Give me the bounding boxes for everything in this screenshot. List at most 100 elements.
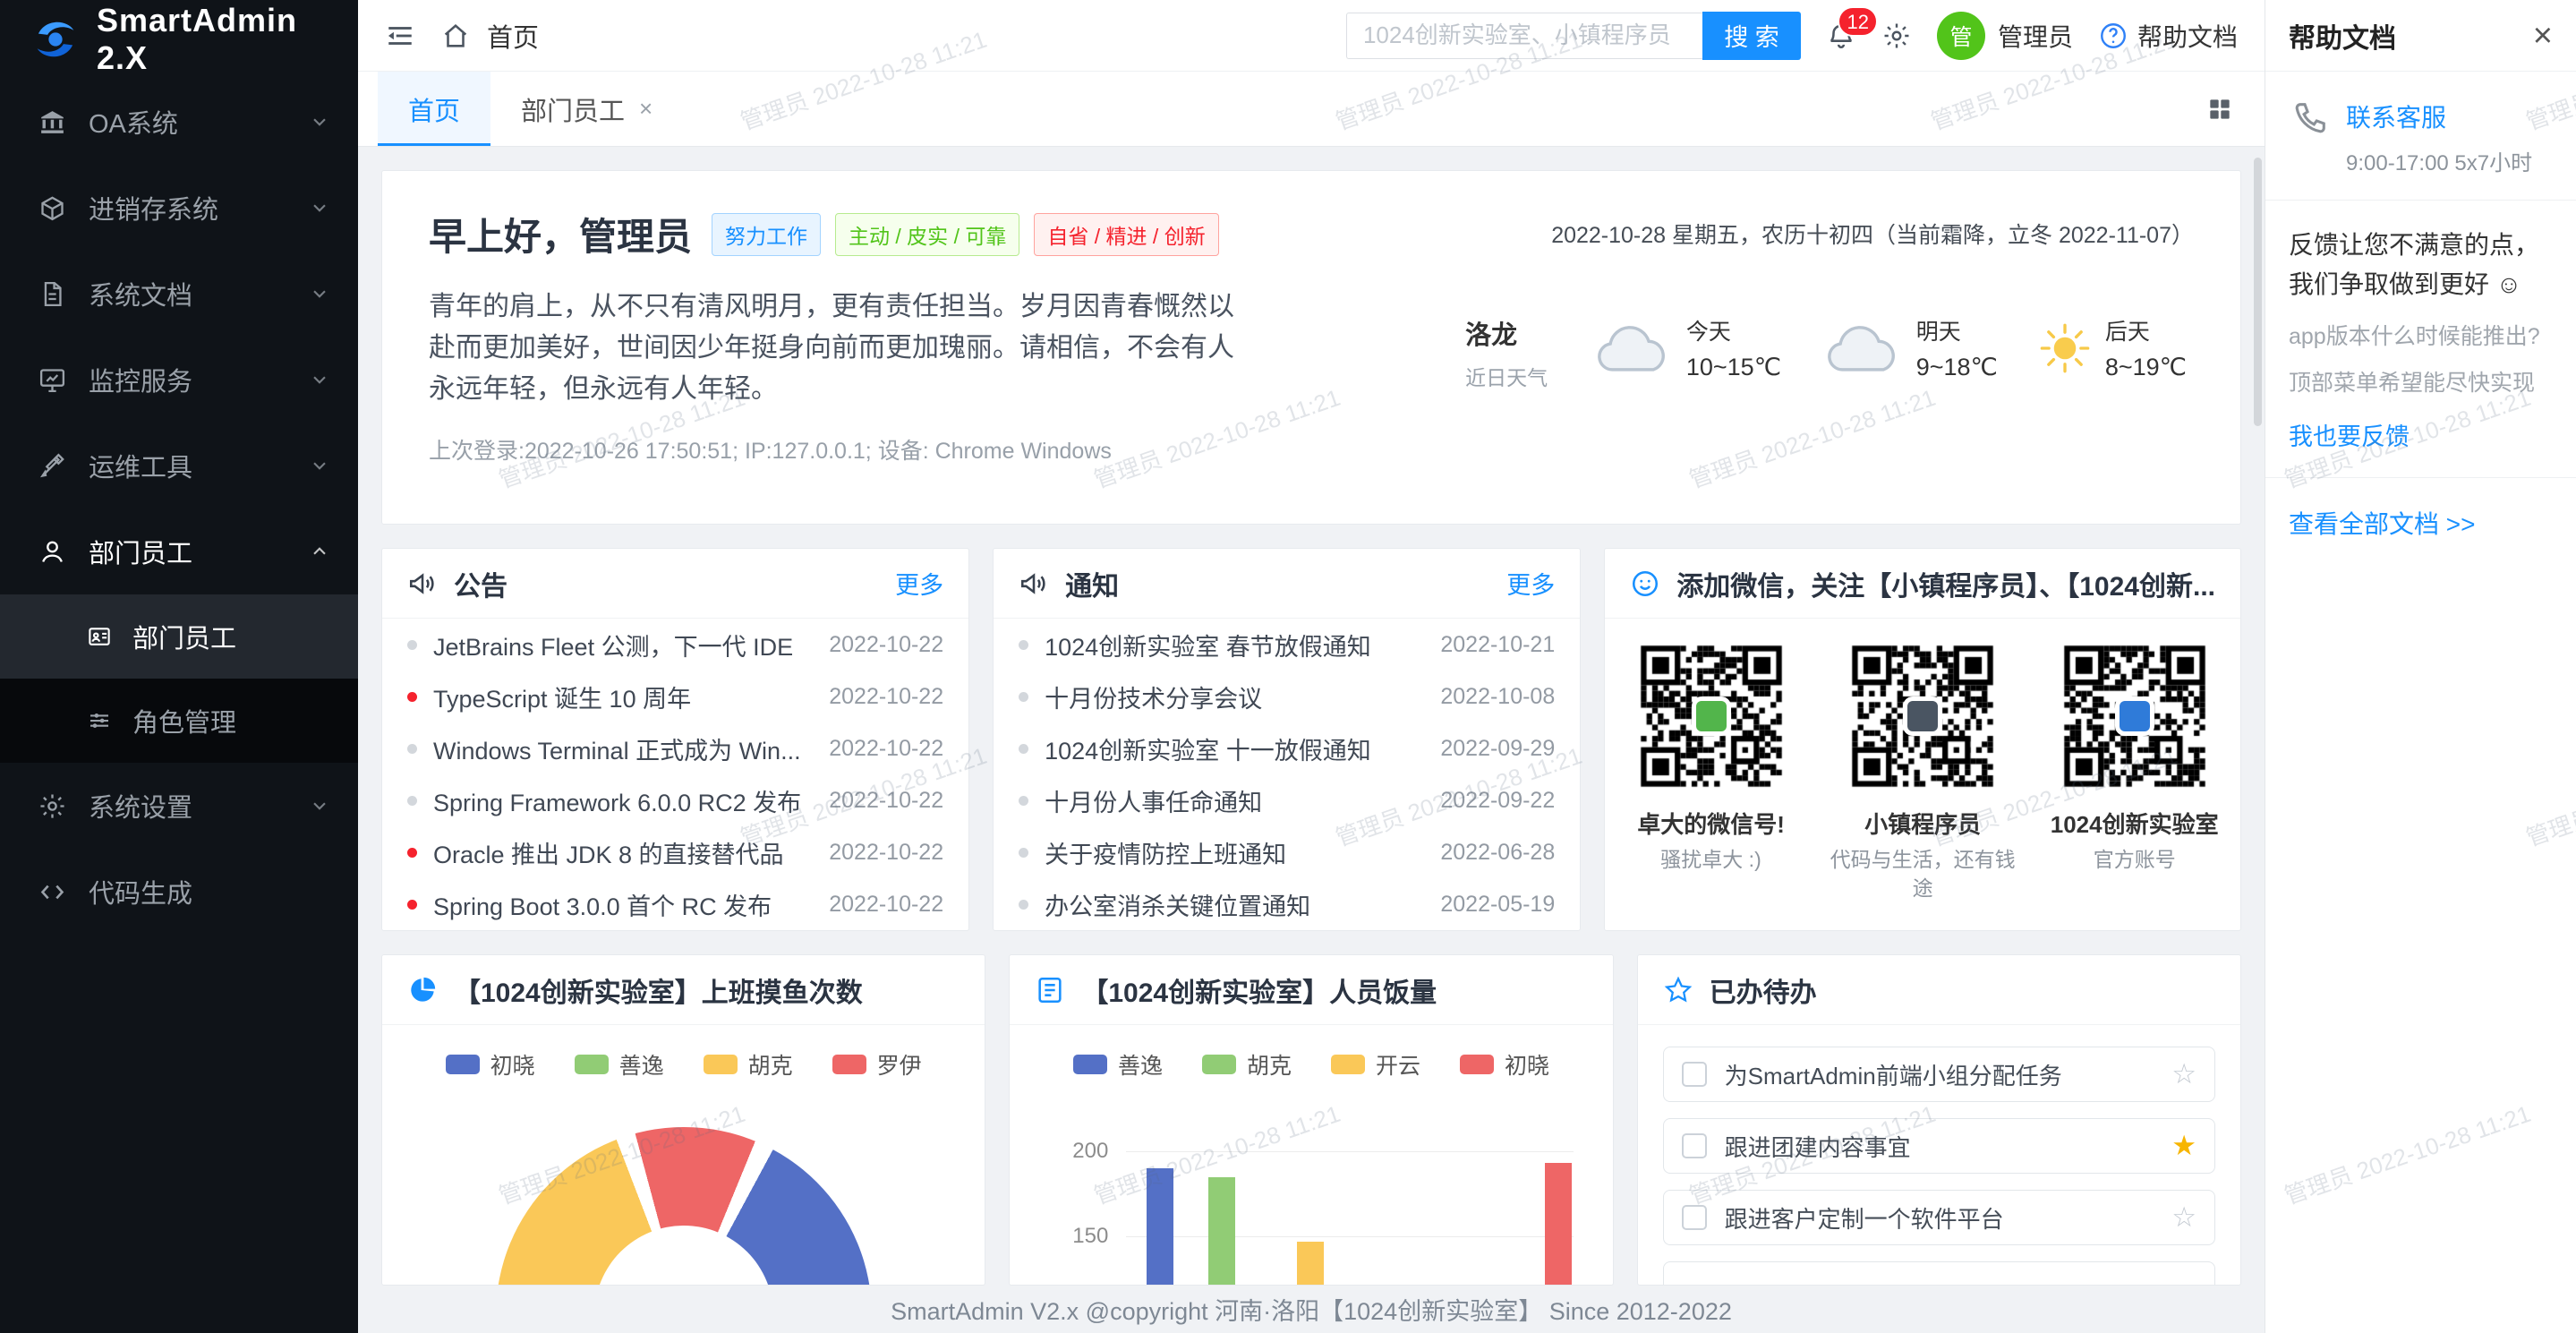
sidebar-subitem-5-1[interactable]: 角色管理	[0, 679, 358, 763]
legend-swatch	[1202, 1055, 1236, 1074]
menu-collapse-icon[interactable]	[385, 21, 415, 51]
weather-location-block: 洛龙 近日天气	[1465, 314, 1548, 391]
notice-more-link[interactable]: 更多	[1506, 566, 1555, 601]
list-item[interactable]: 关于疫情防控上班通知2022-06-28	[994, 826, 1580, 878]
announcement-more-link[interactable]: 更多	[895, 566, 943, 601]
legend-item[interactable]: 初晓	[446, 1048, 535, 1081]
todo-checkbox[interactable]	[1682, 1133, 1707, 1158]
sidebar-item-0[interactable]: OA系统	[0, 79, 358, 165]
list-item[interactable]: 1024创新实验室 十一放假通知2022-09-29	[994, 722, 1580, 774]
announcement-card: 公告 更多 JetBrains Fleet 公测，下一代 IDE2022-10-…	[381, 548, 969, 931]
forecast-temp: 10~15℃	[1686, 354, 1781, 381]
legend-swatch	[575, 1055, 609, 1074]
gear-icon[interactable]	[1881, 21, 1912, 51]
sidebar-item-label: 代码生成	[89, 873, 331, 910]
search-button[interactable]: 搜 索	[1702, 12, 1801, 60]
sidebar-item-2[interactable]: 系统文档	[0, 251, 358, 337]
greeting-tag: 主动 / 皮实 / 可靠	[835, 213, 1019, 256]
app-logo[interactable]: SmartAdmin 2.X	[0, 0, 358, 79]
item-date: 2022-10-22	[829, 684, 943, 710]
pie-chart-icon	[407, 975, 438, 1005]
bar-legend: 善逸 胡克 开云 初晓	[1010, 1047, 1612, 1082]
user-menu[interactable]: 管 管理员	[1937, 12, 2073, 60]
forecast-item: 明天9~18℃	[1822, 314, 1998, 381]
home-icon[interactable]	[440, 21, 471, 51]
tab-close-icon[interactable]: ×	[639, 95, 653, 123]
breadcrumb[interactable]: 首页	[487, 17, 539, 55]
sidebar-item-label: 运维工具	[89, 447, 286, 484]
tab-0[interactable]: 首页	[378, 72, 490, 146]
list-item[interactable]: Windows Terminal 正式成为 Win...2022-10-22	[382, 722, 968, 774]
axis-tick-label: 200	[1036, 1139, 1108, 1164]
qr-desc: 代码与生活，还有钱途	[1826, 845, 2019, 902]
sidebar-item-1[interactable]: 进销存系统	[0, 165, 358, 251]
legend-item[interactable]: 善逸	[575, 1048, 664, 1081]
sidebar-item-5[interactable]: 部门员工	[0, 508, 358, 594]
list-item[interactable]: 十月份技术分享会议2022-10-08	[994, 671, 1580, 722]
sidebar-item-label: 部门员工	[89, 533, 286, 570]
user-name: 管理员	[1998, 18, 2073, 54]
star-outline-icon[interactable]: ☆	[2171, 1058, 2196, 1090]
todo-checkbox[interactable]	[1682, 1062, 1707, 1087]
chevron-down-icon	[308, 368, 331, 391]
sidebar-item-3[interactable]: 监控服务	[0, 337, 358, 423]
sidebar-item-7[interactable]: 代码生成	[0, 849, 358, 935]
list-item[interactable]: 十月份人事任命通知2022-09-22	[994, 774, 1580, 826]
todo-item[interactable]: 跟进团建内容事宜★	[1663, 1118, 2215, 1174]
legend-item[interactable]: 初晓	[1460, 1048, 1549, 1081]
qrcode-item: 卓大的微信号!骚扰卓大 :)	[1615, 640, 1808, 902]
list-item[interactable]: TypeScript 诞生 10 周年2022-10-22	[382, 671, 968, 722]
list-item[interactable]: Spring Boot 3.0.0 首个 RC 发布2022-10-22	[382, 878, 968, 930]
legend-item[interactable]: 胡克	[1202, 1048, 1292, 1081]
legend-item[interactable]: 胡克	[704, 1048, 793, 1081]
contact-service-link[interactable]: 联系客服	[2346, 98, 2532, 134]
item-date: 2022-05-19	[1440, 892, 1555, 918]
tools-icon	[38, 451, 67, 481]
tabs: 首页部门员工×	[378, 72, 683, 146]
settings-icon	[38, 791, 67, 821]
todo-item[interactable]: 为SmartAdmin前端小组分配任务☆	[1663, 1047, 2215, 1102]
star-outline-icon[interactable]: ☆	[2171, 1201, 2196, 1234]
legend-item[interactable]: 开云	[1331, 1048, 1420, 1081]
date-line: 2022-10-28 星期五，农历十初四（当前霜降，立冬 2022-11-07）	[1551, 218, 2194, 250]
wechat-title: 添加微信，关注【小镇程序员】、【1024创新...	[1676, 564, 2215, 603]
notification-badge: 12	[1838, 6, 1877, 37]
greeting-tag: 努力工作	[712, 213, 821, 256]
list-item[interactable]: Spring Framework 6.0.0 RC2 发布2022-10-22	[382, 774, 968, 826]
last-login-info: 上次登录:2022-10-26 17:50:51; IP:127.0.0.1; …	[429, 433, 2194, 466]
sidebar-subitem-label: 部门员工	[132, 618, 331, 655]
star-filled-icon[interactable]: ★	[2171, 1130, 2196, 1162]
monitor-icon	[38, 365, 67, 395]
todo-checkbox[interactable]	[1682, 1205, 1707, 1230]
help-doc-button[interactable]: 帮助文档	[2098, 18, 2238, 54]
feedback-link[interactable]: 我也要反馈	[2289, 417, 2410, 452]
item-date: 2022-10-22	[829, 840, 943, 866]
bullet-dot	[1019, 796, 1028, 806]
sidebar-subitem-5-0[interactable]: 部门员工	[0, 594, 358, 679]
notification-bell[interactable]: 12	[1826, 21, 1856, 51]
item-title: 办公室消杀关键位置通知	[1045, 887, 1424, 922]
legend-item[interactable]: 罗伊	[832, 1048, 922, 1081]
close-icon[interactable]: ×	[2533, 19, 2553, 53]
all-docs-link[interactable]: 查看全部文档 >>	[2265, 478, 2576, 568]
tab-1[interactable]: 部门员工×	[490, 72, 683, 146]
item-date: 2022-09-29	[1440, 736, 1555, 762]
list-item[interactable]: Oracle 推出 JDK 8 的直接替代品2022-10-22	[382, 826, 968, 878]
list-item[interactable]: JetBrains Fleet 公测，下一代 IDE2022-10-22	[382, 619, 968, 671]
forecast-text: 今天 10~15℃	[1686, 314, 1781, 381]
todo-item[interactable]: 跟进客户定制一个软件平台☆	[1663, 1190, 2215, 1245]
forecast-day: 后天	[2105, 314, 2187, 346]
scrollbar-thumb[interactable]	[2254, 158, 2262, 426]
list-item[interactable]: 1024创新实验室 春节放假通知2022-10-21	[994, 619, 1580, 671]
item-date: 2022-10-22	[829, 788, 943, 814]
sidebar-item-4[interactable]: 运维工具	[0, 423, 358, 508]
legend-swatch	[1331, 1055, 1365, 1074]
sidebar-item-6[interactable]: 系统设置	[0, 763, 358, 849]
notice-title: 通知	[1065, 564, 1119, 603]
forecast-text: 明天9~18℃	[1916, 314, 1998, 381]
legend-item[interactable]: 善逸	[1073, 1048, 1163, 1081]
layout-grid-icon[interactable]	[2205, 95, 2234, 124]
search-input[interactable]	[1346, 13, 1702, 59]
forecast-day: 今天	[1686, 314, 1781, 346]
list-item[interactable]: 办公室消杀关键位置通知 2022-05-19	[994, 878, 1580, 930]
